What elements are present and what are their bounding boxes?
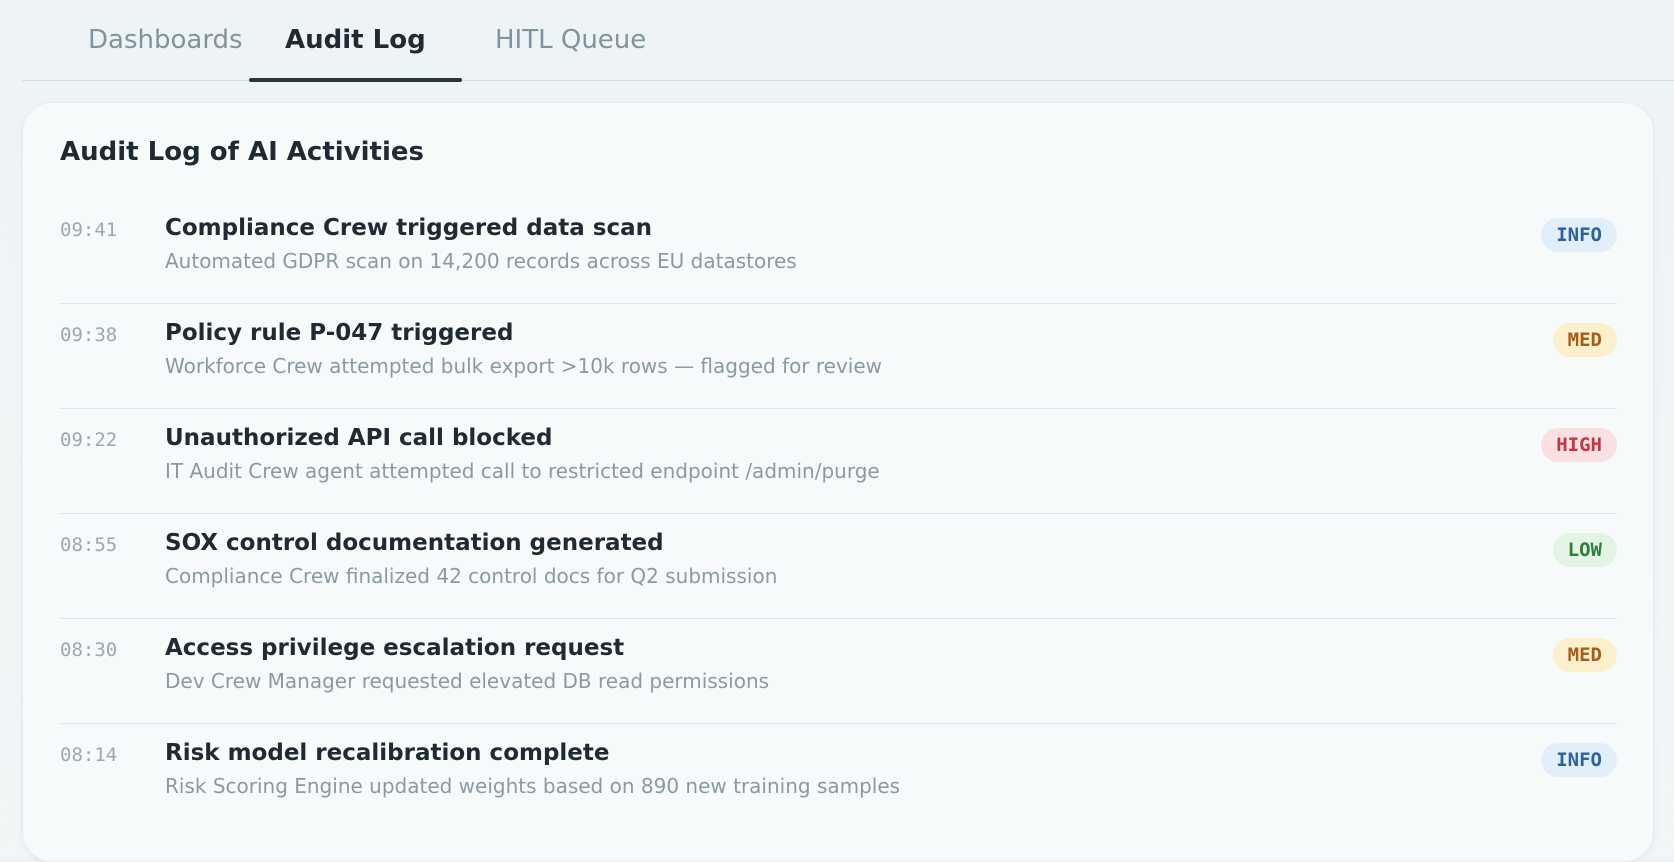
entry-time: 09:41 xyxy=(60,219,118,241)
entry-description: Workforce Crew attempted bulk export >10… xyxy=(165,354,883,378)
audit-log-entry[interactable]: 08:14 Risk model recalibration complete … xyxy=(60,724,1617,829)
severity-badge: HIGH xyxy=(1541,428,1617,462)
card-title: Audit Log of AI Activities xyxy=(60,137,424,167)
severity-badge: LOW xyxy=(1552,533,1617,567)
entry-description: IT Audit Crew agent attempted call to re… xyxy=(165,459,880,483)
entry-title: Compliance Crew triggered data scan xyxy=(165,215,652,241)
entry-time: 08:30 xyxy=(60,639,118,661)
severity-badge: MED xyxy=(1552,638,1617,672)
severity-badge: INFO xyxy=(1541,743,1617,777)
tab-dashboards[interactable]: Dashboards xyxy=(52,0,279,81)
severity-badge: MED xyxy=(1552,323,1617,357)
entry-description: Risk Scoring Engine updated weights base… xyxy=(165,774,901,798)
entry-description: Automated GDPR scan on 14,200 records ac… xyxy=(165,249,797,273)
tab-audit-log[interactable]: Audit Log xyxy=(249,0,462,82)
audit-log-entry[interactable]: 09:41 Compliance Crew triggered data sca… xyxy=(60,199,1617,304)
entry-title: Policy rule P-047 triggered xyxy=(165,320,514,346)
entry-time: 08:55 xyxy=(60,534,118,556)
entry-title: Risk model recalibration complete xyxy=(165,740,610,766)
tab-hitl-queue[interactable]: HITL Queue xyxy=(459,0,682,81)
entry-title: Unauthorized API call blocked xyxy=(165,425,553,451)
entry-description: Compliance Crew finalized 42 control doc… xyxy=(165,564,778,588)
audit-log-entry[interactable]: 09:22 Unauthorized API call blocked IT A… xyxy=(60,409,1617,514)
entry-title: SOX control documentation generated xyxy=(165,530,664,556)
audit-log-list: 09:41 Compliance Crew triggered data sca… xyxy=(60,199,1617,829)
entry-title: Access privilege escalation request xyxy=(165,635,625,661)
entry-time: 09:22 xyxy=(60,429,118,451)
audit-log-entry[interactable]: 08:30 Access privilege escalation reques… xyxy=(60,619,1617,724)
severity-badge: INFO xyxy=(1541,218,1617,252)
entry-time: 09:38 xyxy=(60,324,118,346)
tab-bar: Dashboards Audit Log HITL Queue xyxy=(22,0,1674,82)
audit-log-entry[interactable]: 09:38 Policy rule P-047 triggered Workfo… xyxy=(60,304,1617,409)
audit-log-entry[interactable]: 08:55 SOX control documentation generate… xyxy=(60,514,1617,619)
audit-log-card: Audit Log of AI Activities 09:41 Complia… xyxy=(22,102,1654,862)
entry-description: Dev Crew Manager requested elevated DB r… xyxy=(165,669,770,693)
entry-time: 08:14 xyxy=(60,744,118,766)
